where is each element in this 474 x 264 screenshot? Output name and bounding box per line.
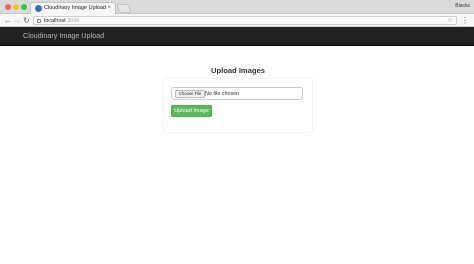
navbar-brand[interactable]: Cloudinary Image Upload: [23, 27, 104, 45]
browser-toolbar: ← → ↻ localhost:3000 ☆ ⋮: [0, 14, 474, 27]
new-tab-button[interactable]: [116, 4, 132, 13]
reload-icon[interactable]: ↻: [23, 15, 30, 26]
tab-title: Cloudinary Image Upload: [44, 5, 107, 11]
window-close-button[interactable]: [5, 4, 11, 10]
upload-heading: Upload Images: [210, 66, 265, 75]
browser-tab[interactable]: Cloudinary Image Upload ×: [30, 2, 116, 14]
bookmark-star-icon[interactable]: ☆: [447, 17, 453, 25]
url-host: localhost: [44, 18, 66, 24]
file-input[interactable]: Choose File No file chosen: [171, 87, 303, 100]
choose-file-button[interactable]: Choose File: [175, 90, 206, 98]
url-text: localhost:3000: [44, 17, 79, 25]
tab-close-icon[interactable]: ×: [107, 4, 111, 13]
tab-favicon-icon: [35, 5, 42, 12]
browser-tab-strip: Cloudinary Image Upload × Blacks: [0, 0, 474, 14]
address-bar[interactable]: localhost:3000 ☆: [33, 16, 457, 25]
upload-image-button[interactable]: Upload Image: [171, 105, 212, 117]
back-arrow-icon[interactable]: ←: [4, 15, 12, 26]
url-port: :3000: [65, 18, 80, 24]
file-status-text: No file chosen: [205, 91, 240, 97]
profile-name[interactable]: Blacks: [455, 2, 470, 11]
window-maximize-button[interactable]: [21, 4, 27, 10]
browser-menu-icon[interactable]: ⋮: [461, 15, 469, 26]
window-minimize-button[interactable]: [13, 4, 19, 10]
app-navbar: Cloudinary Image Upload: [0, 27, 474, 46]
forward-arrow-icon[interactable]: →: [13, 15, 21, 26]
page-info-icon[interactable]: [37, 19, 41, 23]
